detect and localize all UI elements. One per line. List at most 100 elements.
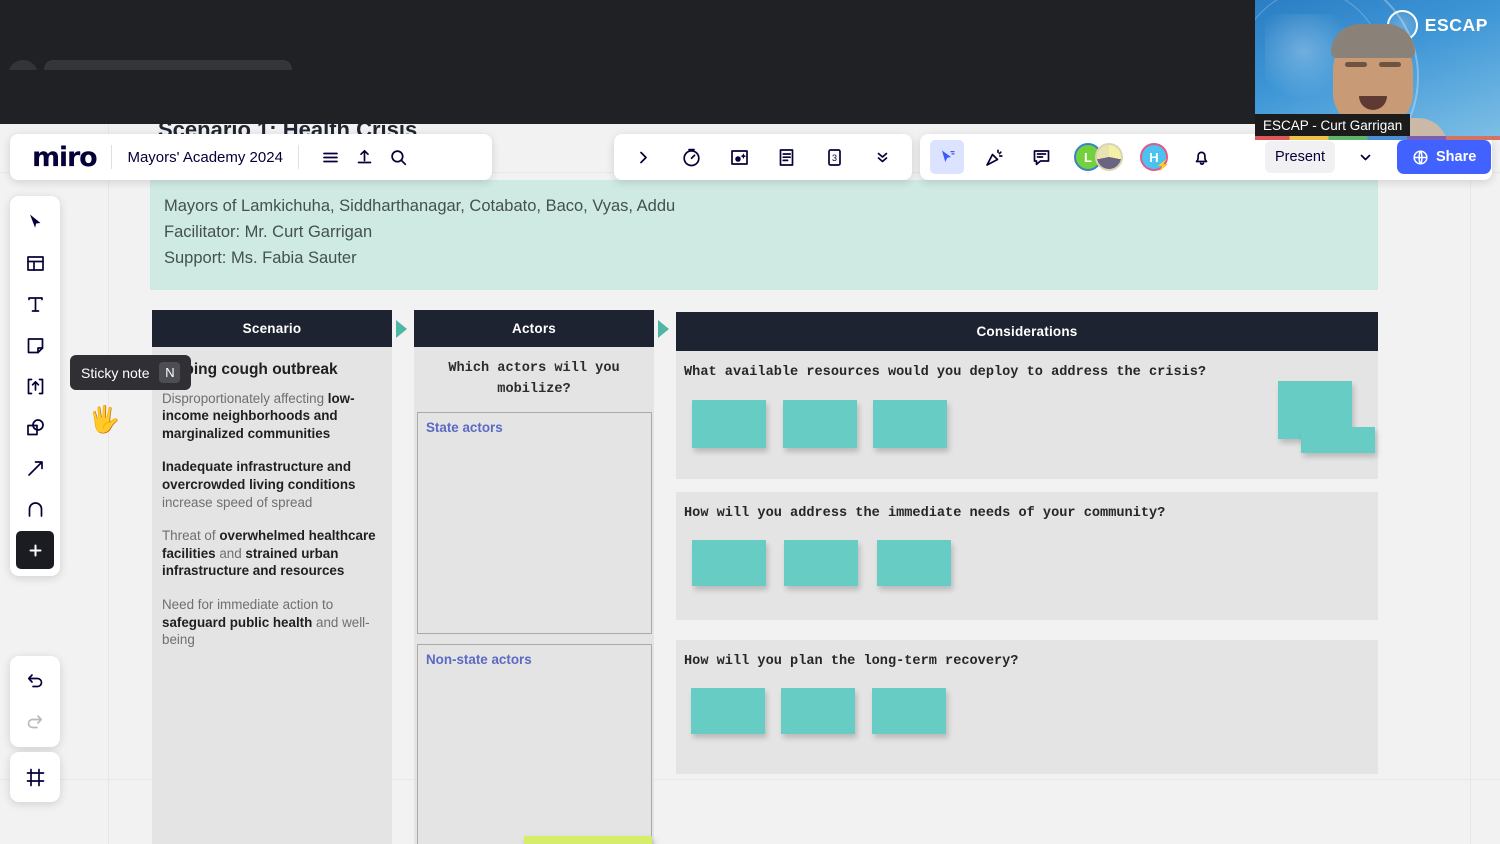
column-header-actors: Actors (414, 310, 654, 347)
present-label: Present (1275, 149, 1325, 165)
actors-question: Which actors will you mobilize? (448, 361, 620, 397)
column-header-scenario: Scenario (152, 310, 392, 347)
consideration-block[interactable]: What available resources would you deplo… (676, 351, 1378, 479)
grid-line (108, 124, 109, 844)
sticky-note[interactable] (691, 688, 765, 734)
avatar[interactable] (1095, 143, 1123, 171)
participant-brow-right (1379, 62, 1401, 67)
column-header-considerations: Considerations (676, 312, 1378, 351)
bolt-icon: ⚡ (1156, 160, 1170, 172)
sticky-note[interactable] (692, 540, 766, 586)
sticky-note[interactable] (692, 400, 766, 448)
column-header-label: Scenario (242, 321, 302, 336)
divider (297, 145, 299, 169)
search-icon[interactable] (382, 140, 416, 174)
avatar-highlighted[interactable]: H ⚡ (1140, 143, 1170, 172)
text-tool[interactable] (16, 285, 54, 323)
share-label: Share (1435, 149, 1477, 165)
chevron-right-icon[interactable] (627, 140, 661, 174)
timer-icon[interactable] (674, 140, 708, 174)
scenario-text: ...oping cough outbreak Disproportionate… (162, 361, 384, 665)
pen-tool[interactable] (16, 490, 54, 528)
flow-arrow-icon (658, 320, 669, 338)
scenario-heading: ...oping cough outbreak (162, 361, 338, 378)
consideration-question: How will you plan the long-term recovery… (684, 654, 1019, 669)
column-header-label: Actors (512, 321, 556, 336)
participant-brow-left (1345, 62, 1367, 67)
cursor-share-icon[interactable] (930, 140, 964, 174)
media-icon[interactable] (722, 140, 756, 174)
upload-icon[interactable] (348, 140, 382, 174)
present-button[interactable]: Present (1265, 141, 1335, 173)
participant-hair (1331, 24, 1415, 58)
miro-canvas[interactable]: Scenario 1: Health Crisis Mayors of Lamk… (0, 124, 1500, 844)
frames-icon[interactable]: 3 (817, 140, 851, 174)
presence-avatars[interactable]: L (1074, 143, 1123, 171)
participant-name-bar: ESCAP - Curt Garrigan (1255, 114, 1411, 136)
scenario-paragraph: Disproportionately affecting low-income … (162, 390, 355, 441)
consideration-block[interactable]: How will you plan the long-term recovery… (676, 640, 1378, 774)
select-tool[interactable] (16, 203, 54, 241)
consideration-question: How will you address the immediate needs… (684, 506, 1166, 521)
consideration-block[interactable]: How will you address the immediate needs… (676, 492, 1378, 620)
miro-toolbar-right: L H ⚡ Present Share (920, 134, 1492, 180)
sticky-note[interactable] (1301, 427, 1375, 453)
banner-line-2: Facilitator: Mr. Curt Garrigan (164, 223, 373, 241)
column-body-scenario[interactable]: ...oping cough outbreak Disproportionate… (152, 347, 392, 844)
share-button[interactable]: Share (1396, 140, 1492, 174)
banner-line-1: Mayors of Lamkichuha, Siddharthanagar, C… (164, 197, 676, 215)
color-strip (1255, 136, 1500, 140)
participant-name: ESCAP - Curt Garrigan (1263, 117, 1403, 133)
comment-icon[interactable] (1024, 140, 1058, 174)
grid-line (1470, 124, 1471, 844)
chevron-double-down-icon[interactable] (865, 140, 899, 174)
shapes-tool[interactable] (16, 408, 54, 446)
actor-group-state[interactable]: State actors (417, 412, 652, 634)
scenario-paragraph: Inadequate infrastructure and overcrowde… (162, 459, 356, 510)
frame-button[interactable] (16, 758, 54, 796)
divider (111, 145, 113, 169)
board-name[interactable]: Mayors' Academy 2024 (127, 149, 282, 166)
creation-toolbar (10, 196, 60, 576)
tooltip-sticky-note: Sticky note N (70, 355, 192, 390)
tooltip-label: Sticky note (81, 364, 150, 381)
actor-group-label: State actors (426, 420, 503, 435)
notes-icon[interactable] (770, 140, 804, 174)
sticky-note[interactable] (877, 540, 951, 586)
upload-tool[interactable] (16, 367, 54, 405)
flow-arrow-icon (396, 320, 407, 338)
actor-group-non-state[interactable]: Non-state actors (417, 644, 652, 844)
chevron-down-icon[interactable] (1349, 140, 1383, 174)
hand-cursor-icon: 🖐 (88, 404, 121, 434)
celebrate-icon[interactable] (977, 140, 1011, 174)
arrow-tool[interactable] (16, 449, 54, 487)
miro-logo[interactable]: miro (32, 142, 98, 173)
consideration-question: What available resources would you deplo… (684, 365, 1207, 380)
sticky-note[interactable] (784, 540, 858, 586)
more-apps-tool[interactable] (16, 531, 54, 569)
sticky-note[interactable] (781, 688, 855, 734)
escap-logo-text: ESCAP (1424, 15, 1488, 35)
miro-toolbar-left: miro Mayors' Academy 2024 (10, 134, 492, 180)
scenario-paragraph: Threat of overwhelmed healthcare facilit… (162, 528, 376, 579)
video-participant-tile[interactable]: ESCAP ESCAP - Curt Garrigan (1255, 0, 1500, 140)
templates-tool[interactable] (16, 244, 54, 282)
history-toolbar (10, 656, 60, 747)
sticky-note-tool[interactable] (16, 326, 54, 364)
tooltip-shortcut: N (159, 362, 181, 383)
banner-line-3: Support: Ms. Fabia Sauter (164, 249, 357, 267)
sticky-note[interactable] (872, 688, 946, 734)
notification-bell-icon[interactable] (1185, 140, 1219, 174)
new-sticky-note[interactable] (524, 836, 652, 844)
actor-group-label: Non-state actors (426, 652, 532, 667)
menu-icon[interactable] (314, 140, 348, 174)
svg-text:3: 3 (832, 153, 837, 163)
redo-button[interactable] (16, 703, 54, 741)
undo-button[interactable] (16, 662, 54, 700)
miro-toolbar-middle: 3 (614, 134, 912, 180)
frame-toolbar (10, 752, 60, 802)
sticky-note[interactable] (873, 400, 947, 448)
board-banner: Mayors of Lamkichuha, Siddharthanagar, C… (150, 180, 1378, 290)
scenario-paragraph: Need for immediate action to safeguard p… (162, 596, 370, 648)
sticky-note[interactable] (783, 400, 857, 448)
